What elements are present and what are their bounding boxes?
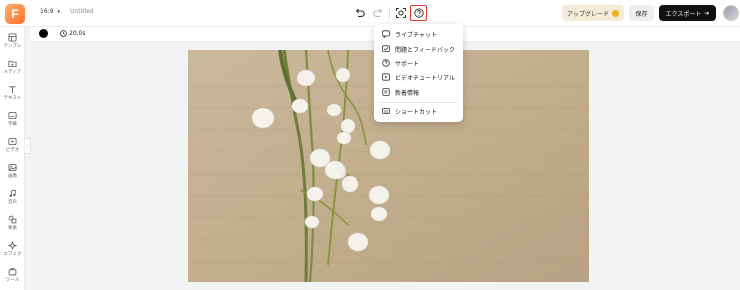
aspect-ratio-select[interactable]: 16:9 ▾ [40, 8, 60, 15]
chevron-down-icon: ▾ [57, 9, 60, 15]
user-avatar[interactable] [723, 5, 739, 21]
music-icon [9, 189, 16, 197]
menu-item-label: 問題とフィードバック [395, 46, 455, 54]
sidebar-item-label: テンプレ [3, 44, 22, 49]
video-tutorial-icon [382, 73, 390, 81]
sidebar-item-label: 音声 [8, 200, 17, 205]
menu-item-shortcuts[interactable]: ショートカット [374, 104, 463, 118]
duration-value: 20.0s [69, 30, 86, 37]
editor-app: F 16:9 ▾ Untitled アップグレード 保存 エクスポート ➔ テン… [0, 0, 740, 290]
export-button[interactable]: エクスポート ➔ [659, 5, 716, 21]
menu-item-video-tutorial[interactable]: ビデオチュートリアル [374, 70, 463, 84]
sidebar-item-templates[interactable]: テンプレ [0, 31, 25, 55]
sidebar-item-label: 要素 [8, 226, 17, 231]
keyboard-icon [382, 108, 390, 114]
duration-control[interactable]: 20.0s [60, 30, 86, 37]
menu-item-support[interactable]: サポート [374, 56, 463, 70]
template-icon [8, 33, 17, 42]
menu-item-feedback[interactable]: 問題とフィードバック [374, 42, 463, 56]
subtitle-icon [8, 111, 17, 120]
tools-icon [8, 268, 17, 276]
sidebar-item-label: ツール [5, 278, 20, 283]
help-button[interactable] [410, 5, 427, 21]
text-icon [9, 86, 16, 94]
help-menu: ライブチャット 問題とフィードバック サポート ビデオチュートリアル 新着情報 … [374, 24, 463, 122]
image-icon [8, 163, 17, 172]
menu-item-label: ショートカット [395, 108, 438, 116]
arrow-right-icon: ➔ [704, 9, 710, 17]
sidebar-item-label: 画像 [8, 174, 17, 179]
upgrade-button[interactable]: アップグレード [562, 5, 624, 21]
sidebar-item-label: メディア [3, 70, 22, 75]
sidebar-item-images[interactable]: 画像 [0, 161, 25, 185]
document-title[interactable]: Untitled [70, 8, 94, 15]
sidebar-item-label: エフェク [3, 252, 22, 257]
save-button[interactable]: 保存 [629, 5, 654, 21]
question-circle-icon [413, 8, 424, 18]
left-sidebar: テンプレ メディア テキスト 字幕 ビデオ 画像 音声 要素 エフェク ツール [0, 27, 25, 290]
sidebar-item-audio[interactable]: 音声 [0, 187, 25, 211]
sidebar-item-elements[interactable]: 要素 [0, 213, 25, 237]
chat-icon [382, 30, 390, 38]
sidebar-item-label: テキスト [3, 96, 22, 101]
menu-divider [380, 102, 457, 103]
sidebar-item-label: ビデオ [5, 148, 20, 153]
media-folder-icon [8, 60, 17, 68]
toolbar-divider [389, 8, 390, 19]
background-color-swatch[interactable] [39, 29, 48, 38]
sidebar-item-media[interactable]: メディア [0, 57, 25, 81]
video-icon [8, 137, 17, 146]
news-icon [382, 88, 390, 96]
sidebar-item-text[interactable]: テキスト [0, 83, 25, 107]
elements-icon [8, 215, 17, 224]
screen-capture-icon[interactable] [395, 7, 407, 19]
sidebar-collapse-handle[interactable]: ‹ [25, 138, 31, 154]
top-bar: F 16:9 ▾ Untitled アップグレード 保存 エクスポート ➔ [0, 0, 740, 27]
menu-item-label: ビデオチュートリアル [395, 74, 455, 82]
menu-item-label: サポート [395, 60, 420, 68]
effects-icon [8, 241, 17, 250]
sidebar-item-effects[interactable]: エフェク [0, 239, 25, 263]
sidebar-item-label: 字幕 [8, 122, 17, 127]
app-logo[interactable]: F [5, 4, 25, 24]
support-icon [382, 59, 390, 67]
sidebar-item-subtitles[interactable]: 字幕 [0, 109, 25, 133]
sidebar-item-video[interactable]: ビデオ [0, 135, 25, 159]
feedback-icon [382, 45, 390, 53]
clock-icon [60, 30, 67, 37]
upgrade-label: アップグレード [566, 10, 609, 18]
crown-icon [612, 9, 619, 17]
undo-icon[interactable] [354, 7, 366, 19]
menu-item-live-chat[interactable]: ライブチャット [374, 27, 463, 41]
export-label: エクスポート [665, 10, 702, 18]
redo-icon[interactable] [372, 7, 384, 19]
sidebar-item-tools[interactable]: ツール [0, 265, 25, 289]
aspect-ratio-value: 16:9 [40, 8, 54, 15]
menu-item-label: ライブチャット [395, 31, 437, 39]
menu-item-label: 新着情報 [395, 89, 420, 97]
menu-item-whats-new[interactable]: 新着情報 [374, 85, 463, 99]
